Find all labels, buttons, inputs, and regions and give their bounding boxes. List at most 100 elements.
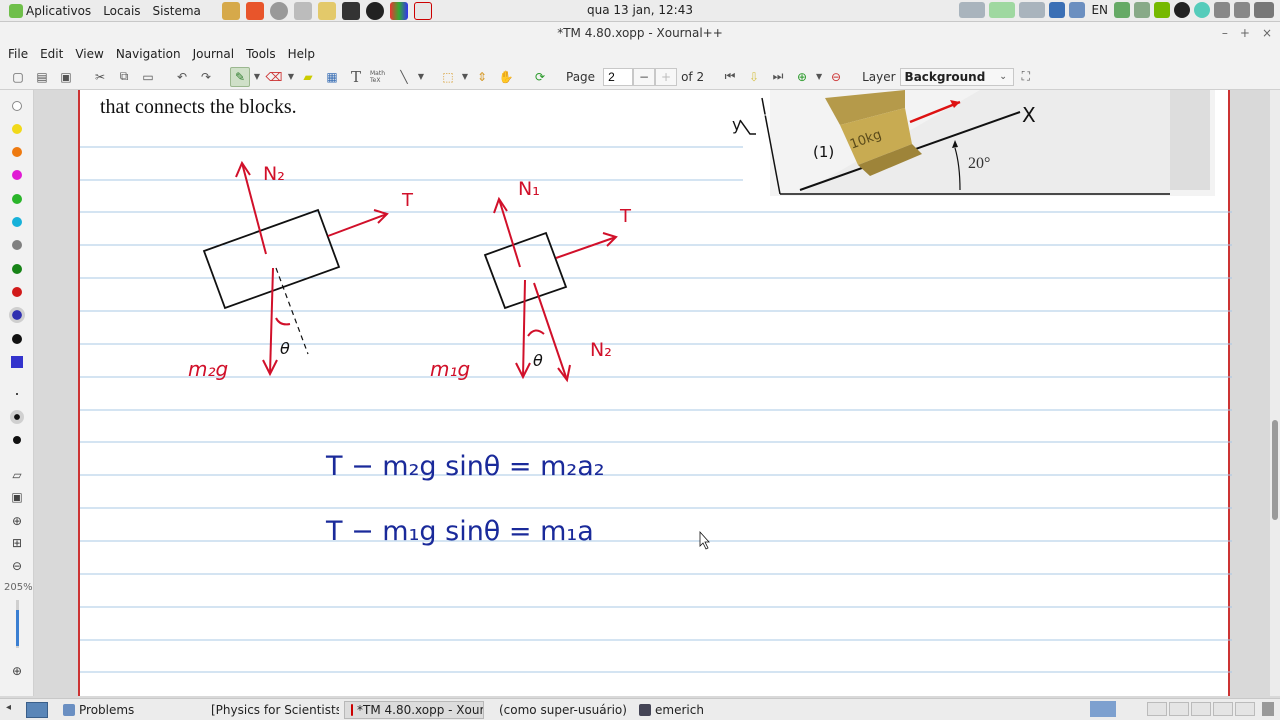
zoom-reset-icon[interactable]: ⊕ — [10, 664, 24, 678]
line-tool-icon[interactable]: ╲ — [394, 67, 414, 87]
pager-2[interactable] — [1169, 702, 1189, 716]
gnome-icon[interactable] — [389, 1, 408, 20]
window-titlebar[interactable]: *TM 4.80.xopp - Xournal++ – + × — [0, 22, 1280, 44]
places-menu[interactable]: Locais — [97, 0, 146, 22]
add-page-dropdown-icon[interactable]: ▼ — [814, 72, 824, 81]
text-tool-icon[interactable]: T — [346, 67, 366, 87]
vertical-scrollbar[interactable] — [1270, 90, 1280, 696]
page[interactable]: that connects the blocks. 10kg (1) 20° X… — [78, 90, 1232, 696]
scrollbar-thumb[interactable] — [1272, 420, 1278, 520]
select-dropdown-icon[interactable]: ▼ — [460, 72, 470, 81]
tex-icon[interactable]: Math TeX — [370, 67, 390, 87]
menu-navigation[interactable]: Navigation — [110, 47, 187, 61]
steam-tray-icon[interactable] — [1174, 2, 1190, 18]
pager-5[interactable] — [1235, 702, 1255, 716]
menu-edit[interactable]: Edit — [34, 47, 69, 61]
task-emerich[interactable]: emerich — [632, 701, 772, 719]
workspace-3-icon[interactable] — [1019, 2, 1046, 18]
color-blue[interactable] — [9, 307, 25, 323]
xournal-tray-icon[interactable] — [1090, 701, 1116, 717]
menu-file[interactable]: File — [2, 47, 34, 61]
network-icon[interactable] — [1234, 2, 1250, 18]
menu-help[interactable]: Help — [282, 47, 321, 61]
color-white[interactable] — [12, 101, 22, 111]
text-editor-icon[interactable] — [317, 1, 336, 20]
minimize-button[interactable]: – — [1222, 26, 1228, 40]
color-magenta[interactable] — [12, 170, 22, 180]
bluetooth-icon[interactable] — [1049, 2, 1066, 18]
signal-icon[interactable] — [1134, 2, 1150, 18]
color-orange[interactable] — [12, 147, 22, 157]
open-icon[interactable]: ▤ — [32, 67, 52, 87]
pager-3[interactable] — [1191, 702, 1211, 716]
battery-icon[interactable] — [1254, 2, 1274, 18]
eraser-small-icon[interactable]: ▱ — [10, 468, 24, 482]
thin-stroke-icon[interactable] — [16, 393, 18, 395]
calculator-icon[interactable] — [293, 1, 312, 20]
pager-1[interactable] — [1147, 702, 1167, 716]
page-decrement-button[interactable]: − — [633, 67, 656, 86]
dropbox-icon[interactable] — [1069, 2, 1086, 18]
redo-icon[interactable]: ↷ — [196, 67, 216, 87]
fill-icon[interactable]: ▣ — [10, 490, 24, 504]
task-superuser[interactable]: (como super-usuário) — [488, 701, 628, 719]
copy-icon[interactable]: ⧉ — [114, 67, 134, 87]
paste-icon[interactable]: ▭ — [138, 67, 158, 87]
task-xournal[interactable]: *TM 4.80.xopp - Xourn... — [344, 700, 484, 719]
color-custom[interactable] — [11, 356, 23, 368]
save-icon[interactable]: ▣ — [56, 67, 76, 87]
hand-icon[interactable]: ✋ — [496, 67, 516, 87]
folder-icon[interactable] — [221, 1, 240, 20]
pen-icon[interactable]: ✎ — [230, 66, 250, 87]
thick-stroke-icon[interactable] — [13, 436, 21, 444]
update-icon[interactable] — [1194, 2, 1210, 18]
first-page-icon[interactable]: ⏮ — [720, 67, 740, 87]
terminal-icon[interactable] — [341, 1, 360, 20]
new-document-icon[interactable]: ▢ — [8, 67, 28, 87]
delete-page-icon[interactable]: ⊖ — [826, 67, 846, 87]
add-page-icon[interactable]: ⊕ — [792, 67, 812, 87]
taskbar-back-icon[interactable]: ◂ — [6, 702, 11, 713]
pager-4[interactable] — [1213, 702, 1233, 716]
color-green[interactable] — [12, 194, 22, 204]
color-dark-green[interactable] — [12, 264, 22, 274]
color-gray[interactable] — [12, 240, 22, 250]
canvas-area[interactable]: that connects the blocks. 10kg (1) 20° X… — [34, 90, 1270, 696]
fullscreen-icon[interactable]: ⛶ — [1016, 67, 1036, 87]
zoom-out-icon[interactable]: ⊖ — [10, 559, 24, 573]
nvidia-icon[interactable] — [1154, 2, 1170, 18]
cut-icon[interactable]: ✂ — [90, 67, 110, 87]
system-menu[interactable]: Sistema — [147, 0, 207, 22]
layer-select[interactable]: Background ⌄ — [899, 67, 1014, 86]
brave-icon[interactable] — [245, 1, 264, 20]
image-icon[interactable]: ▦ — [322, 67, 342, 87]
undo-icon[interactable]: ↶ — [172, 67, 192, 87]
keyboard-layout[interactable]: EN — [1091, 3, 1108, 17]
shield-icon[interactable] — [1114, 2, 1130, 18]
trash-icon[interactable] — [1262, 702, 1274, 716]
close-button[interactable]: × — [1262, 26, 1272, 40]
medium-stroke-icon[interactable] — [10, 410, 24, 424]
vertical-space-icon[interactable]: ⇕ — [472, 67, 492, 87]
task-problems[interactable]: Problems — [56, 701, 196, 719]
xournal-icon[interactable] — [413, 1, 432, 20]
menu-tools[interactable]: Tools — [240, 47, 282, 61]
menu-view[interactable]: View — [69, 47, 109, 61]
apps-menu[interactable]: Aplicativos — [0, 0, 97, 22]
eraser-dropdown-icon[interactable]: ▼ — [286, 72, 296, 81]
zoom-fit-icon[interactable]: ⊞ — [10, 536, 24, 550]
highlighter-icon[interactable]: ▰ — [298, 67, 318, 87]
color-red[interactable] — [12, 287, 22, 297]
search-icon[interactable] — [269, 1, 288, 20]
refresh-icon[interactable]: ⟳ — [530, 67, 550, 87]
volume-icon[interactable] — [1214, 2, 1230, 18]
eraser-icon[interactable]: ⌫ — [264, 67, 284, 87]
menu-journal[interactable]: Journal — [187, 47, 241, 61]
color-cyan[interactable] — [12, 217, 22, 227]
color-black[interactable] — [12, 334, 22, 344]
page-increment-button[interactable]: + — [655, 67, 678, 86]
last-page-icon[interactable]: ⏭ — [768, 67, 788, 87]
color-yellow[interactable] — [12, 124, 22, 134]
zoom-in-icon[interactable]: ⊕ — [10, 514, 24, 528]
maximize-button[interactable]: + — [1240, 26, 1250, 40]
